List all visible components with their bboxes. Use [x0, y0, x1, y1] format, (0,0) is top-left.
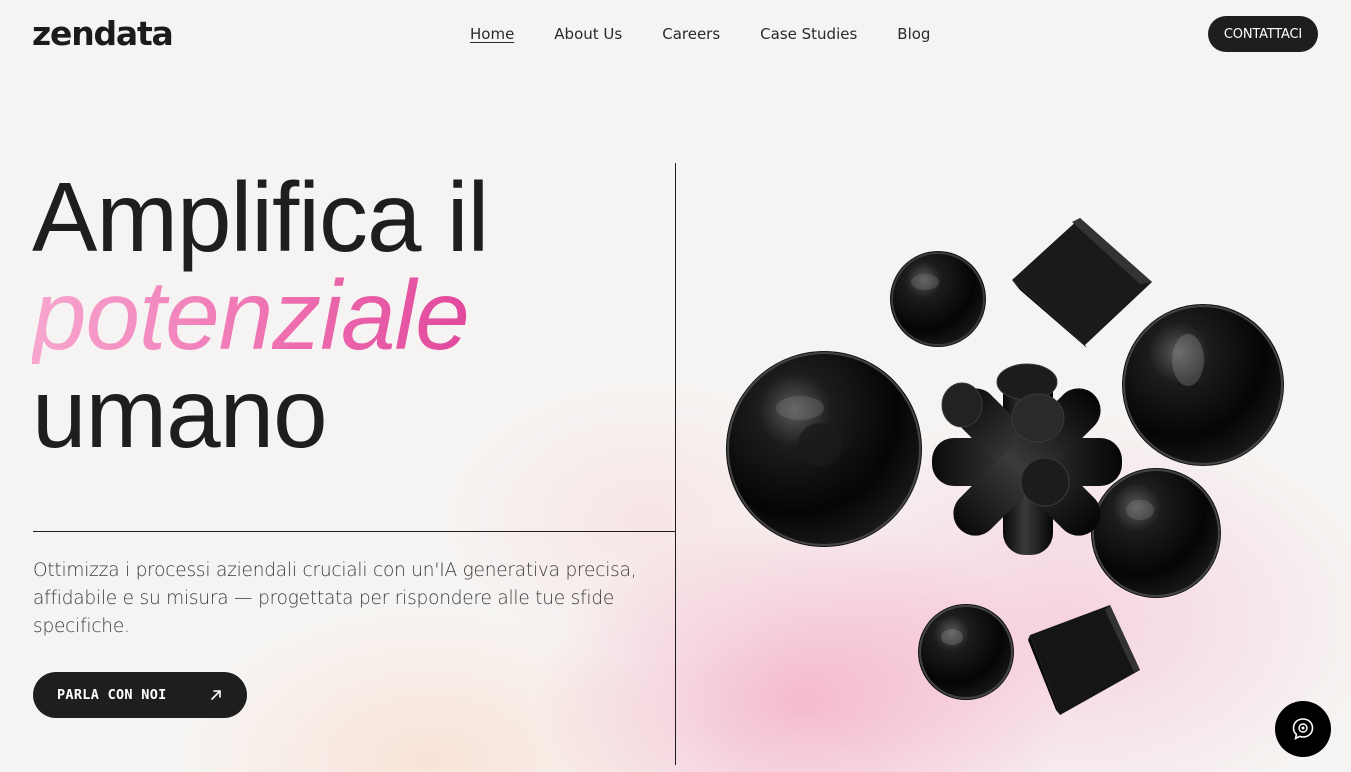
nav-about-us[interactable]: About Us [554, 24, 622, 44]
contact-button[interactable]: CONTATTACI [1207, 16, 1318, 52]
nav-case-studies[interactable]: Case Studies [760, 24, 857, 44]
3d-shapes-illustration [726, 218, 1284, 715]
hero-description: Ottimizza i processi aziendali cruciali … [33, 560, 637, 637]
vertical-divider [675, 163, 676, 765]
logo[interactable]: zendata [32, 14, 174, 54]
sphere-large-right [1122, 304, 1284, 466]
sphere-medium-right [1091, 468, 1221, 598]
hero-title-line-3: umano [32, 358, 328, 468]
hero-title-line-1: Amplifica il [32, 162, 489, 272]
talk-to-us-label: PARLA CON NOI [57, 687, 167, 703]
horizontal-divider [33, 531, 676, 532]
talk-to-us-button[interactable]: PARLA CON NOI [33, 672, 247, 718]
cylinder-cluster [932, 363, 1122, 555]
chat-widget-button[interactable] [1275, 701, 1331, 757]
sphere-large-left [726, 351, 922, 547]
nav-home[interactable]: Home [470, 24, 514, 44]
hero-title: Amplifica il potenziale umano [32, 162, 489, 468]
cube-bottom [1028, 605, 1140, 715]
sphere-small-bottom [918, 604, 1014, 700]
nav-blog[interactable]: Blog [897, 24, 930, 44]
chat-bubble-icon [1292, 718, 1314, 740]
hero-title-accent: potenziale [32, 266, 488, 364]
cube-top [1012, 218, 1152, 348]
nav-careers[interactable]: Careers [662, 24, 720, 44]
main-nav: Home About Us Careers Case Studies Blog [470, 24, 930, 44]
arrow-up-right-icon [211, 690, 221, 700]
sphere-small-top [890, 251, 986, 347]
